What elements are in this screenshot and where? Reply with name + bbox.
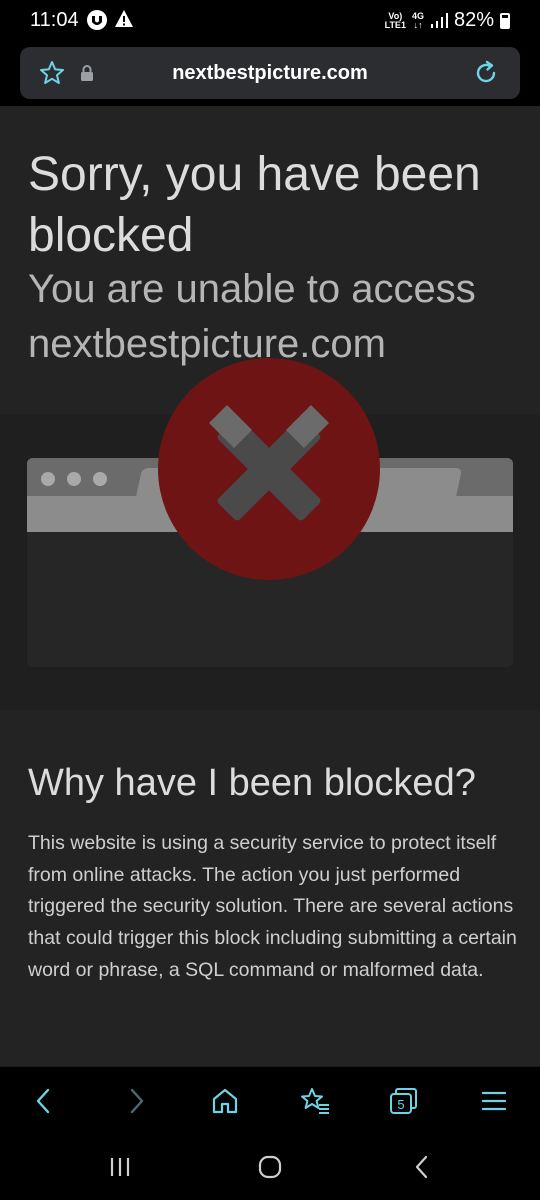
- chevron-left-icon: [36, 1088, 50, 1114]
- chevron-right-icon: [130, 1088, 144, 1114]
- battery-percent: 82%: [453, 9, 494, 31]
- back-arrow-icon: [415, 1155, 428, 1179]
- status-bar: 11:04 Vo) LTE1 4G ↓↑ 82%: [0, 0, 540, 42]
- tab-count: 5: [397, 1097, 404, 1112]
- url-text[interactable]: nextbestpicture.com: [20, 62, 520, 85]
- why-blocked-heading: Why have I been blocked?: [28, 762, 476, 804]
- home-button[interactable]: [207, 1083, 243, 1119]
- status-right-group: Vo) LTE1 4G ↓↑ 82%: [385, 9, 510, 32]
- tabs-button[interactable]: 5: [386, 1083, 422, 1119]
- bookmarks-button[interactable]: [297, 1083, 333, 1119]
- notification-icons: [86, 9, 134, 31]
- recent-apps-icon: [110, 1158, 130, 1176]
- hamburger-menu-icon: [481, 1091, 507, 1111]
- address-bar[interactable]: nextbestpicture.com: [20, 47, 520, 99]
- battery-icon: [500, 12, 510, 29]
- why-blocked-section: Why have I been blocked? This website is…: [0, 710, 540, 1066]
- network-type: 4G ↓↑: [411, 10, 424, 30]
- web-page: Sorry, you have been blocked You are una…: [0, 106, 540, 1066]
- menu-button[interactable]: [476, 1083, 512, 1119]
- system-navigation-bar: [0, 1134, 540, 1200]
- recent-apps-button[interactable]: [100, 1152, 140, 1182]
- reload-icon[interactable]: [472, 59, 500, 87]
- home-circle-icon: [258, 1155, 282, 1179]
- warning-icon: [115, 10, 133, 27]
- app-notification-icon: [87, 10, 107, 30]
- bookmarks-star-list-icon: [301, 1088, 329, 1114]
- home-icon: [212, 1088, 238, 1114]
- blocked-x-icon: [158, 358, 380, 580]
- page-subtitle: You are unable to access nextbestpicture…: [28, 267, 476, 366]
- volte-indicator: Vo) LTE1: [384, 10, 406, 30]
- back-nav-button[interactable]: [402, 1152, 442, 1182]
- why-blocked-text: This website is using a security service…: [28, 832, 517, 981]
- address-bar-area: nextbestpicture.com: [0, 42, 540, 106]
- home-nav-button[interactable]: [250, 1152, 290, 1182]
- status-time: 11:04: [30, 9, 79, 31]
- page-title: Sorry, you have been blocked: [28, 148, 481, 262]
- back-button[interactable]: [26, 1083, 62, 1119]
- forward-button[interactable]: [118, 1083, 154, 1119]
- browser-toolbar: 5: [0, 1066, 540, 1134]
- signal-icon: [430, 12, 448, 28]
- tabs-icon: 5: [390, 1088, 417, 1114]
